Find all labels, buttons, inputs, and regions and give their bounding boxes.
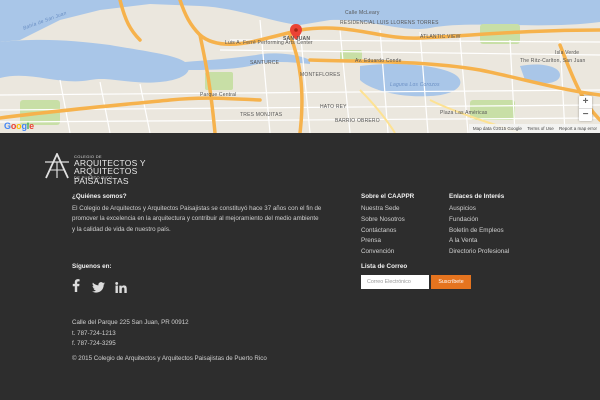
twitter-icon[interactable]: [92, 280, 105, 298]
logo-letter: e: [29, 121, 34, 131]
subscribe-button[interactable]: Suscríbete: [431, 275, 471, 289]
logo-letter: G: [4, 121, 11, 131]
copyright-text: © 2015 Colegio de Arquitectos y Arquitec…: [72, 355, 267, 362]
logo-text-line: DE PUERTO RICO: [74, 175, 113, 180]
follow-heading: Síguenos en:: [72, 263, 112, 270]
map-canvas[interactable]: [0, 0, 600, 133]
sobre-heading: Sobre el CAAPPR: [361, 193, 415, 200]
map-label: The Ritz-Carlton, San Juan: [520, 58, 586, 64]
map-label: TRES MONJITAS: [240, 112, 283, 118]
linkedin-icon[interactable]: [115, 280, 127, 298]
map-label: Isla Verde: [555, 50, 580, 56]
map-label: BARRIO OBRERO: [335, 118, 380, 124]
zoom-out-button[interactable]: −: [579, 109, 592, 121]
map-label: Laguna Los Corozos: [390, 82, 440, 88]
map-label: ATLANTIC VIEW: [420, 34, 461, 40]
footer-link-contactanos[interactable]: Contáctanos: [361, 226, 405, 237]
site-footer: COLEGIO DE ARQUITECTOS Y ARQUITECTOS PAI…: [0, 133, 600, 400]
map-label: MONTEFLORES: [300, 72, 341, 78]
newsletter-heading: Lista de Correo: [361, 263, 408, 270]
zoom-in-button[interactable]: +: [579, 96, 592, 108]
contact-info: Calle del Parque 225 San Juan, PR 00912 …: [72, 318, 189, 350]
caappr-logo[interactable]: COLEGIO DE ARQUITECTOS Y ARQUITECTOS PAI…: [45, 153, 175, 186]
map-label: RESIDENCIAL LUIS LLORENS TORRES: [340, 20, 439, 26]
map-embed[interactable]: Bahía de San Juan SAN JUAN RESIDENCIAL L…: [0, 0, 600, 133]
report-error-link[interactable]: Report a map error: [559, 126, 597, 131]
footer-link-a-la-venta[interactable]: A la Venta: [449, 236, 509, 247]
footer-link-prensa[interactable]: Prensa: [361, 236, 405, 247]
map-label: HATO REY: [320, 104, 347, 110]
map-label: Av. Eduardo Conde: [355, 58, 402, 64]
map-label: Luis A. Ferré Performing Arts Center: [225, 40, 313, 46]
footer-link-convencion[interactable]: Convención: [361, 247, 405, 258]
google-logo[interactable]: Google: [4, 121, 34, 131]
sobre-links: Nuestra Sede Sobre Nosotros Contáctanos …: [361, 204, 405, 258]
enlaces-heading: Enlaces de Interés: [449, 193, 505, 200]
footer-link-nuestra-sede[interactable]: Nuestra Sede: [361, 204, 405, 215]
map-data-text: Map data ©2015 Google: [472, 126, 522, 131]
footer-link-sobre-nosotros[interactable]: Sobre Nosotros: [361, 215, 405, 226]
map-label: Plaza Las Américas: [440, 110, 488, 116]
about-heading: ¿Quiénes somos?: [72, 193, 127, 200]
about-text: El Colegio de Arquitectos y Arquitectos …: [72, 205, 322, 233]
footer-link-boletin-empleos[interactable]: Boletín de Empleos: [449, 226, 509, 237]
map-label: Calle McLeary: [345, 10, 380, 16]
map-label: Parque Central: [200, 92, 237, 98]
footer-link-directorio-profesional[interactable]: Directorio Profesional: [449, 247, 509, 258]
map-label: SANTURCE: [250, 60, 280, 66]
newsletter-email-input[interactable]: [361, 275, 429, 289]
fax-text: f. 787-724-3295: [72, 340, 116, 348]
terms-link[interactable]: Terms of Use: [527, 126, 554, 131]
footer-link-fundacion[interactable]: Fundación: [449, 215, 509, 226]
enlaces-links: Auspicios Fundación Boletín de Empleos A…: [449, 204, 509, 258]
map-zoom-control: + −: [579, 96, 592, 121]
phone-text: t. 787-724-1213: [72, 329, 116, 337]
facebook-icon[interactable]: [72, 279, 80, 297]
footer-link-auspicios[interactable]: Auspicios: [449, 204, 509, 215]
address-text: Calle del Parque 225 San Juan, PR 00912: [72, 319, 189, 326]
logo-mark-icon: [45, 153, 69, 179]
map-attribution: Map data ©2015 Google Terms of Use Repor…: [468, 124, 600, 133]
